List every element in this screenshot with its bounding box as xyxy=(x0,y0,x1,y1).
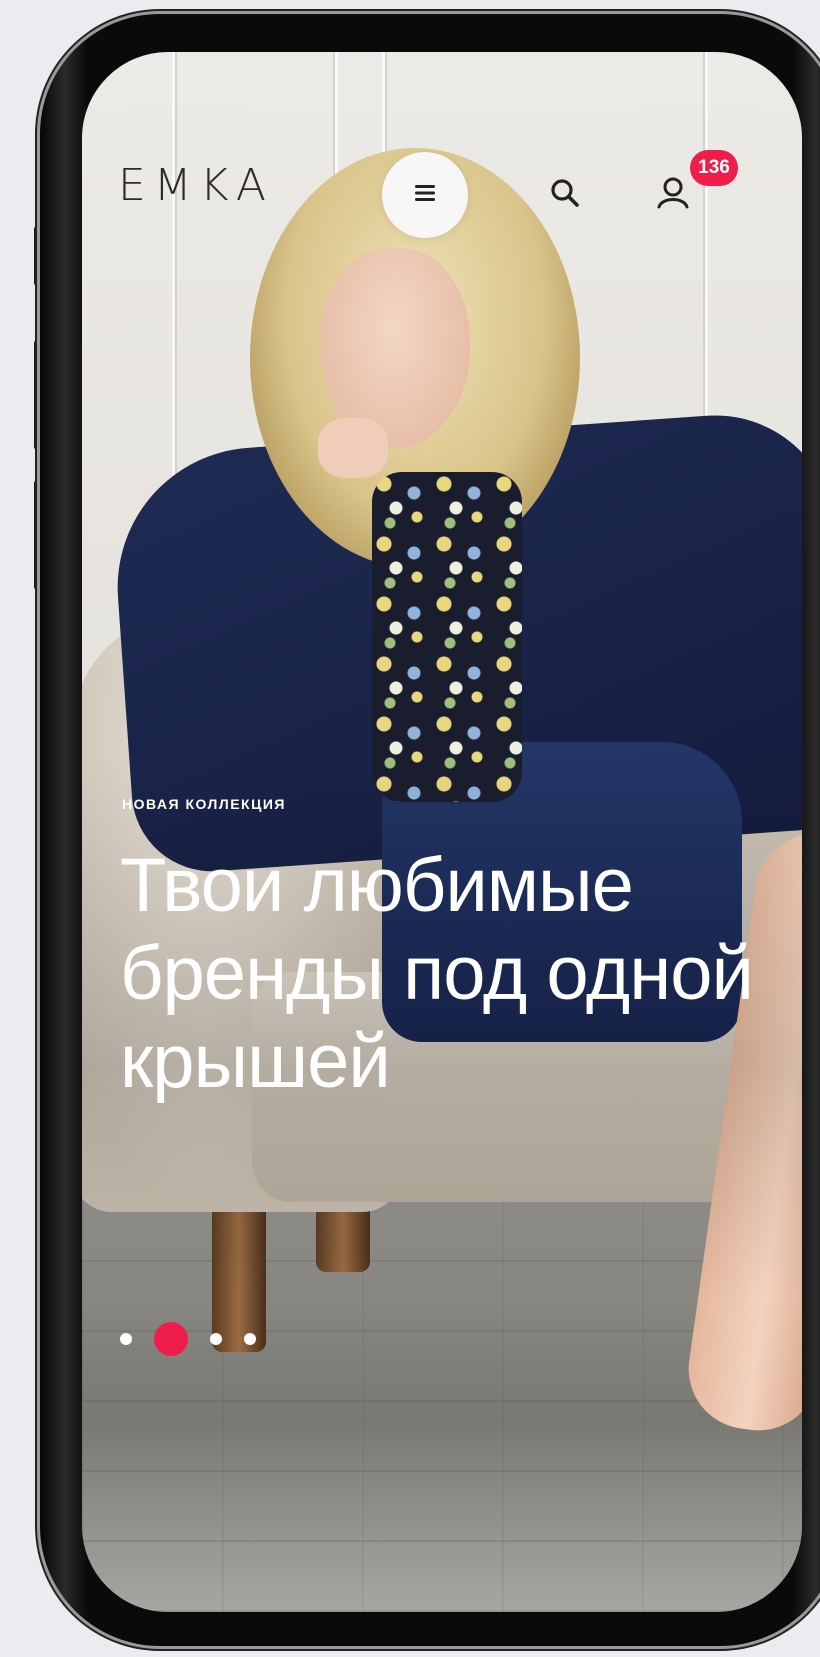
carousel-pagination xyxy=(120,1322,256,1356)
hamburger-icon xyxy=(414,183,436,208)
menu-button[interactable] xyxy=(382,152,468,238)
hero-headline[interactable]: Твои любимые бренды под одной крышей xyxy=(120,842,780,1106)
search-button[interactable] xyxy=(540,170,590,220)
carousel-dot-4[interactable] xyxy=(244,1333,256,1345)
user-icon xyxy=(656,176,690,215)
device-mockup: EMKA 136 НОВАЯ КОЛЛЕКЦИЯ Твои любимые бр… xyxy=(0,0,820,1657)
hero-eyebrow: НОВАЯ КОЛЛЕКЦИЯ xyxy=(122,796,286,812)
carousel-dot-1[interactable] xyxy=(120,1333,132,1345)
account-count-badge: 136 xyxy=(690,150,738,186)
account-button[interactable] xyxy=(648,170,698,220)
search-icon xyxy=(549,177,581,214)
brand-logo[interactable]: EMKA xyxy=(118,160,274,211)
app-header: EMKA 136 xyxy=(82,52,802,292)
app-screen: EMKA 136 НОВАЯ КОЛЛЕКЦИЯ Твои любимые бр… xyxy=(82,52,802,1612)
carousel-dot-2[interactable] xyxy=(154,1322,188,1356)
carousel-dot-3[interactable] xyxy=(210,1333,222,1345)
